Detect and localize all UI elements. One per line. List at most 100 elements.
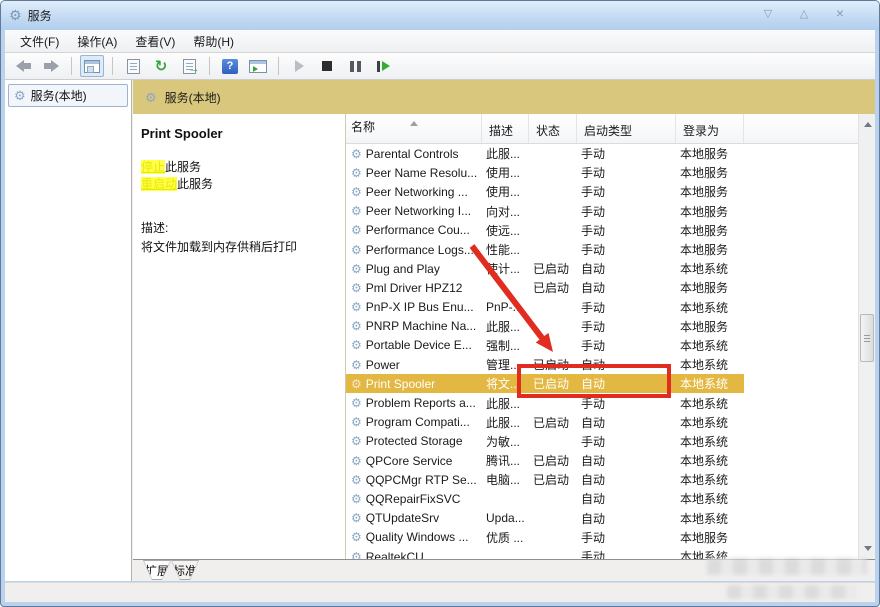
maximize-button[interactable]: △ <box>793 5 815 21</box>
service-gear-icon: ⚙ <box>351 280 362 295</box>
blurred-watermark <box>727 585 857 599</box>
table-row[interactable]: ⚙ Peer Name Resolu... 使用... 手动 本地服务 <box>346 163 744 182</box>
table-row[interactable]: ⚙ Protected Storage 为敏... 手动 本地系统 <box>346 432 744 451</box>
table-row[interactable]: ⚙ Plug and Play 使计... 已启动 自动 本地系统 <box>346 259 744 278</box>
service-gear-icon: ⚙ <box>351 184 362 199</box>
service-rows: ⚙ Parental Controls 此服... 手动 本地服务 ⚙ Peer Name … <box>346 144 858 559</box>
services-pane: ⚙ 服务(本地) Print Spooler 停止此服务 重启动此服务 描述: … <box>133 80 875 559</box>
refresh-icon[interactable]: ↻ <box>149 55 173 77</box>
column-header-status[interactable]: 状态 <box>529 114 577 143</box>
forward-icon[interactable] <box>39 55 63 77</box>
vertical-scrollbar[interactable] <box>858 114 875 559</box>
service-gear-icon: ⚙ <box>351 434 362 449</box>
column-header-name[interactable]: 名称 <box>346 114 482 143</box>
selected-service-name: Print Spooler <box>141 126 223 141</box>
services-window: ⚙ 服务 ▽ △ × 文件(F) 操作(A) 查看(V) 帮助(H) ↻ → ? <box>0 0 880 607</box>
column-header-startup-type[interactable]: 启动类型 <box>577 114 676 143</box>
stop-service-icon[interactable] <box>315 55 339 77</box>
description-text: 将文件加载到内存供稍后打印 <box>141 240 298 254</box>
service-name: Power <box>365 357 400 372</box>
service-gear-icon: ⚙ <box>351 511 362 526</box>
table-row[interactable]: ⚙ Program Compati... 此服... 已启动 自动 本地系统 <box>346 413 744 432</box>
service-name: Parental Controls <box>365 146 459 161</box>
show-console-tree-icon[interactable] <box>80 55 104 77</box>
scroll-down-icon[interactable] <box>859 542 876 559</box>
table-row[interactable]: ⚙ Quality Windows ... 优质 ... 手动 本地服务 <box>346 528 744 547</box>
services-gear-icon: ⚙ <box>145 89 157 105</box>
start-service-icon[interactable] <box>287 55 311 77</box>
window-title: 服务 <box>27 9 52 23</box>
service-name: Peer Name Resolu... <box>365 165 478 180</box>
service-gear-icon: ⚙ <box>351 549 362 559</box>
stop-service-link[interactable]: 停止 <box>141 160 166 174</box>
table-row[interactable]: ⚙ Print Spooler 将文... 已启动 自动 本地系统 <box>346 374 744 394</box>
service-name: Pml Driver HPZ12 <box>365 280 463 295</box>
column-header-logon-as[interactable]: 登录为 <box>676 114 744 143</box>
service-gear-icon: ⚙ <box>351 396 362 411</box>
table-row[interactable]: ⚙ QPCore Service 腾讯... 已启动 自动 本地系统 <box>346 451 744 470</box>
table-row[interactable]: ⚙ Performance Cou... 使远... 手动 本地服务 <box>346 221 744 240</box>
service-name: PnP-X IP Bus Enu... <box>365 300 474 315</box>
table-row[interactable]: ⚙ Portable Device E... 强制... 手动 本地系统 <box>346 336 744 355</box>
service-name: Quality Windows ... <box>365 530 469 545</box>
service-name: Protected Storage <box>365 434 463 449</box>
console-tree: ⚙ 服务(本地) <box>5 80 132 581</box>
service-gear-icon: ⚙ <box>351 165 362 180</box>
show-action-pane-icon[interactable] <box>246 55 270 77</box>
column-header-description[interactable]: 描述 <box>482 114 529 143</box>
table-row[interactable]: ⚙ Power 管理... 已启动 自动 本地系统 <box>346 355 744 374</box>
service-name: Performance Cou... <box>365 223 470 238</box>
table-row[interactable]: ⚙ PNRP Machine Na... 此服... 手动 本地服务 <box>346 317 744 336</box>
title-bar[interactable]: ⚙ 服务 ▽ △ × <box>1 1 879 30</box>
menu-view[interactable]: 查看(V) <box>126 30 184 53</box>
table-row[interactable]: ⚙ Parental Controls 此服... 手动 本地服务 <box>346 144 744 163</box>
service-gear-icon: ⚙ <box>351 242 362 257</box>
service-name: Portable Device E... <box>365 338 472 353</box>
back-icon[interactable] <box>11 55 35 77</box>
table-row[interactable]: ⚙ Peer Networking ... 使用... 手动 本地服务 <box>346 182 744 201</box>
menu-action[interactable]: 操作(A) <box>68 30 126 53</box>
properties-icon[interactable] <box>121 55 145 77</box>
service-gear-icon: ⚙ <box>351 338 362 353</box>
service-name: RealtekCU <box>365 549 424 559</box>
service-name: Problem Reports a... <box>365 396 476 411</box>
table-row[interactable]: ⚙ Pml Driver HPZ12 已启动 自动 本地服务 <box>346 278 744 297</box>
stop-service-line: 停止此服务 <box>141 160 202 174</box>
menu-file[interactable]: 文件(F) <box>11 30 68 53</box>
tree-item-label: 服务(本地) <box>30 89 87 103</box>
table-row[interactable]: ⚙ QQRepairFixSVC 自动 本地系统 <box>346 489 744 508</box>
main-area: ⚙ 服务(本地) ⚙ 服务(本地) Print Spooler 停止此服务 重启… <box>5 80 875 581</box>
scrollbar-thumb[interactable] <box>860 314 874 362</box>
scroll-up-icon[interactable] <box>859 114 876 131</box>
table-row[interactable]: ⚙ Problem Reports a... 此服... 手动 本地系统 <box>346 393 744 412</box>
table-row[interactable]: ⚙ Peer Networking I... 向对... 手动 本地服务 <box>346 202 744 221</box>
help-icon[interactable]: ? <box>218 55 242 77</box>
service-name: Peer Networking ... <box>365 184 468 199</box>
service-name: PNRP Machine Na... <box>365 319 477 334</box>
export-list-icon[interactable]: → <box>177 55 201 77</box>
service-gear-icon: ⚙ <box>351 261 362 276</box>
pane-header-label: 服务(本地) <box>164 90 221 105</box>
service-gear-icon: ⚙ <box>351 491 362 506</box>
service-gear-icon: ⚙ <box>351 530 362 545</box>
table-row[interactable]: ⚙ QTUpdateSrv Upda... 自动 本地系统 <box>346 509 744 528</box>
table-row[interactable]: ⚙ PnP-X IP Bus Enu... PnP-... 手动 本地系统 <box>346 298 744 317</box>
minimize-button[interactable]: ▽ <box>757 5 779 21</box>
restart-service-icon[interactable] <box>371 55 395 77</box>
close-button[interactable]: × <box>829 5 851 21</box>
tab-extended[interactable]: 扩展 <box>143 560 171 580</box>
service-gear-icon: ⚙ <box>351 319 362 334</box>
service-list: 名称 描述 状态 启动类型 登录为 ⚙ Parental Controls 此服..… <box>345 114 875 559</box>
menu-help[interactable]: 帮助(H) <box>184 30 243 53</box>
service-gear-icon: ⚙ <box>351 357 362 372</box>
tree-item-services-local[interactable]: ⚙ 服务(本地) <box>8 84 128 107</box>
services-gear-icon: ⚙ <box>9 7 22 23</box>
service-name: Peer Networking I... <box>365 204 472 219</box>
tab-standard[interactable]: 标准 <box>171 560 199 580</box>
table-row[interactable]: ⚙ QQPCMgr RTP Se... 电脑... 已启动 自动 本地系统 <box>346 470 744 489</box>
pause-service-icon[interactable] <box>343 55 367 77</box>
table-row[interactable]: ⚙ Performance Logs... 性能... 手动 本地服务 <box>346 240 744 259</box>
service-gear-icon: ⚙ <box>351 204 362 219</box>
table-row[interactable]: ⚙ RealtekCU 手动 本地系统 <box>346 547 744 559</box>
restart-service-link[interactable]: 重启动 <box>141 177 178 191</box>
